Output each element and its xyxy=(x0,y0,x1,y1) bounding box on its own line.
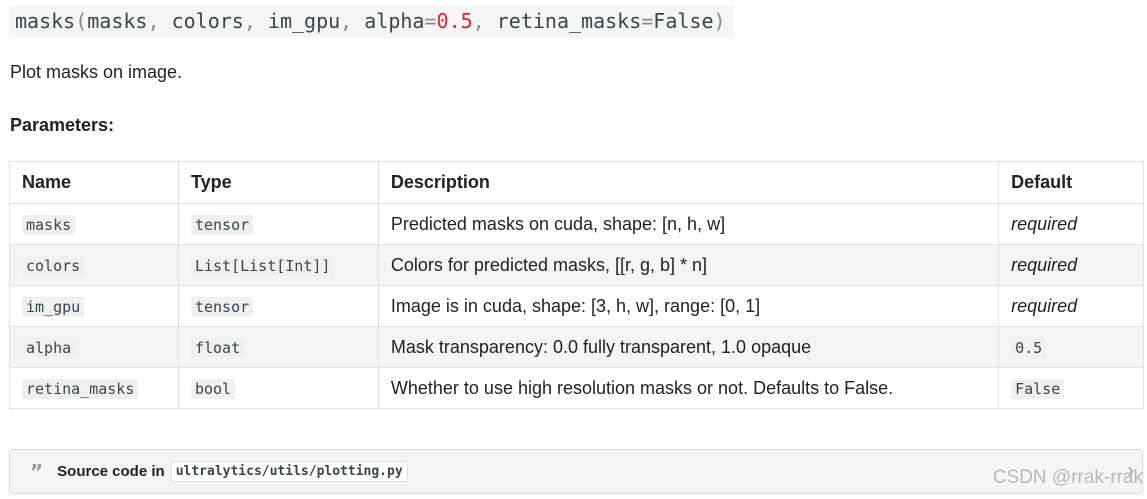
param-description: Mask transparency: 0.0 fully transparent… xyxy=(377,326,1000,368)
arg-masks: masks xyxy=(87,9,148,33)
param-type: float xyxy=(190,337,245,358)
header-description: Description xyxy=(377,161,1000,204)
table-row: masks tensor Predicted masks on cuda, sh… xyxy=(9,203,1144,245)
table-row: im_gpu tensor Image is in cuda, shape: [… xyxy=(9,285,1144,327)
equals-2: = xyxy=(641,9,654,33)
function-signature: masks(masks, colors, im_gpu, alpha=0.5, … xyxy=(9,6,734,38)
comma-4: , xyxy=(472,9,485,33)
param-name: retina_masks xyxy=(22,378,139,399)
param-default-cell: False xyxy=(998,367,1144,409)
arg-alpha-value: 0.5 xyxy=(436,9,473,33)
param-name: colors xyxy=(22,255,85,276)
param-type-cell: tensor xyxy=(177,285,379,327)
param-description: Predicted masks on cuda, shape: [n, h, w… xyxy=(377,203,1000,245)
param-description: Image is in cuda, shape: [3, h, w], rang… xyxy=(377,285,1000,327)
close-paren: ) xyxy=(713,9,726,33)
arg-alpha-name: alpha xyxy=(364,9,425,33)
param-default: required xyxy=(998,285,1144,327)
function-summary: Plot masks on image. xyxy=(10,62,183,82)
quote-icon: ” xyxy=(30,459,44,484)
open-paren: ( xyxy=(75,9,88,33)
param-name-cell: im_gpu xyxy=(9,285,179,327)
parameters-heading: Parameters: xyxy=(10,115,115,135)
source-code-toggle[interactable]: ” Source code in ultralytics/utils/plott… xyxy=(9,449,1143,494)
function-name: masks xyxy=(15,9,76,33)
comma-1: , xyxy=(147,9,160,33)
param-type: tensor xyxy=(190,214,254,235)
param-description: Whether to use high resolution masks or … xyxy=(377,367,1000,409)
table-row: retina_masks bool Whether to use high re… xyxy=(9,367,1144,409)
parameters-table: Name Type Description Default masks tens… xyxy=(9,161,1144,409)
table-row: colors List[List[Int]] Colors for predic… xyxy=(9,244,1144,286)
source-code-label: Source code in xyxy=(57,463,165,480)
param-type-cell: tensor xyxy=(177,203,379,245)
param-type-cell: bool xyxy=(177,367,379,409)
header-name: Name xyxy=(9,161,179,204)
param-default: 0.5 xyxy=(1011,337,1047,358)
header-type: Type xyxy=(177,161,379,204)
param-name: alpha xyxy=(22,337,76,358)
param-default: required xyxy=(998,244,1144,286)
equals-1: = xyxy=(424,9,437,33)
param-default: required xyxy=(998,203,1144,245)
watermark: CSDN @rrak-rrak xyxy=(992,467,1143,488)
arg-retina-masks-name: retina_masks xyxy=(496,9,642,33)
param-type: List[List[Int]] xyxy=(190,255,335,276)
arg-im-gpu: im_gpu xyxy=(267,9,341,33)
param-type: tensor xyxy=(190,296,254,317)
param-default-cell: 0.5 xyxy=(998,326,1144,368)
param-type-cell: List[List[Int]] xyxy=(177,244,379,286)
param-name: masks xyxy=(22,214,76,235)
arg-colors: colors xyxy=(171,9,244,33)
param-name: im_gpu xyxy=(22,296,85,317)
param-default: False xyxy=(1011,378,1065,399)
table-row: alpha float Mask transparency: 0.0 fully… xyxy=(9,326,1144,368)
param-name-cell: retina_masks xyxy=(9,367,179,409)
table-header-row: Name Type Description Default xyxy=(9,161,1144,204)
param-type-cell: float xyxy=(177,326,379,368)
param-description: Colors for predicted masks, [[r, g, b] *… xyxy=(377,244,1000,286)
param-name-cell: masks xyxy=(9,203,179,245)
param-type: bool xyxy=(190,378,236,399)
source-file-path: ultralytics/utils/plotting.py xyxy=(170,461,408,482)
comma-3: , xyxy=(340,9,353,33)
param-name-cell: colors xyxy=(9,244,179,286)
header-default: Default xyxy=(998,161,1144,204)
arg-retina-masks-value: False xyxy=(653,9,714,33)
comma-2: , xyxy=(243,9,256,33)
param-name-cell: alpha xyxy=(9,326,179,368)
